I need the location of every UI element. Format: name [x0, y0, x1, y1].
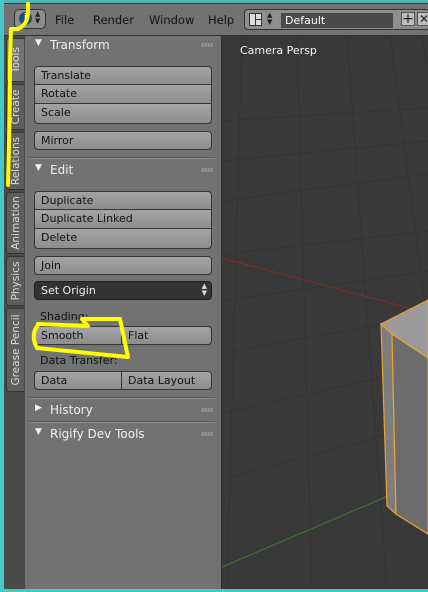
window-border-left [0, 0, 4, 592]
chevron-updown-icon: ▲ ▼ [201, 282, 207, 297]
data-button[interactable]: Data [34, 371, 122, 390]
add-layout-icon[interactable]: + [401, 12, 415, 26]
history-panel-header[interactable]: ▶ History [29, 401, 215, 420]
data-layout-button[interactable]: Data Layout [122, 371, 212, 390]
duplicate-linked-button[interactable]: Duplicate Linked [34, 210, 212, 229]
mirror-button[interactable]: Mirror [34, 131, 212, 150]
viewport-grid [222, 36, 428, 589]
layout-icon [249, 13, 262, 26]
transform-panel-header[interactable]: ▼ Transform [29, 36, 215, 55]
tool-shelf-tabs: Tools Create Relations Animation Physics… [4, 36, 25, 589]
edit-title: Edit [50, 163, 74, 177]
tab-physics[interactable]: Physics [6, 256, 24, 306]
tab-animation-label: Animation [9, 196, 22, 250]
translate-button[interactable]: Translate [34, 66, 212, 85]
transform-title: Transform [50, 38, 110, 52]
window-border-top [0, 0, 428, 3]
set-origin-dropdown[interactable]: Set Origin ▲ ▼ [34, 281, 212, 300]
rigify-title: Rigify Dev Tools [50, 427, 145, 441]
panel-separator [29, 397, 215, 399]
panel-separator [29, 157, 215, 159]
rotate-button[interactable]: Rotate [34, 85, 212, 104]
tab-tools[interactable]: Tools [6, 38, 24, 82]
editor-type-button[interactable]: i ▲ ▼ [14, 9, 46, 29]
menu-help[interactable]: Help [208, 13, 234, 27]
chevron-updown-icon: ▲ ▼ [267, 11, 273, 26]
rigify-panel-header[interactable]: ▼ Rigify Dev Tools [29, 425, 215, 444]
tab-tools-label: Tools [9, 47, 22, 73]
menu-window[interactable]: Window [149, 13, 194, 27]
duplicate-button[interactable]: Duplicate [34, 191, 212, 210]
history-title: History [50, 403, 93, 417]
tab-create-label: Create [9, 89, 22, 125]
screen-layout-selector[interactable]: ▲ ▼ Default + ✕ [244, 9, 428, 30]
remove-layout-icon[interactable]: ✕ [417, 12, 428, 26]
drag-grip-icon[interactable] [201, 168, 213, 172]
data-transfer-label: Data Transfer: [40, 354, 118, 367]
info-icon: i [19, 12, 32, 25]
tab-grease-pencil[interactable]: Grease Pencil [6, 308, 24, 392]
flat-button[interactable]: Flat [122, 326, 212, 345]
drag-grip-icon[interactable] [201, 43, 213, 47]
tool-shelf-panel: ▼ Transform Translate Rotate Scale Mirro… [25, 36, 222, 589]
tab-create[interactable]: Create [6, 84, 24, 130]
menu-render[interactable]: Render [93, 13, 134, 27]
tab-relations-label: Relations [9, 136, 22, 186]
viewport-view-label: Camera Persp [240, 44, 317, 57]
menu-file[interactable]: File [55, 13, 74, 27]
tab-relations[interactable]: Relations [6, 132, 24, 190]
tab-physics-label: Physics [9, 261, 22, 301]
x-axis-line [222, 257, 428, 314]
join-button[interactable]: Join [34, 256, 212, 275]
3d-viewport[interactable]: Camera Persp [222, 36, 428, 589]
chevron-updown-icon: ▲ ▼ [35, 10, 41, 25]
tab-animation[interactable]: Animation [6, 192, 24, 254]
tab-grease-pencil-label: Grease Pencil [9, 314, 22, 386]
layout-name-field[interactable]: Default [281, 13, 393, 28]
shading-label: Shading: [40, 310, 89, 323]
expanded-arrow-icon: ▼ [35, 38, 42, 48]
panel-separator [29, 421, 215, 423]
expanded-arrow-icon: ▼ [35, 427, 42, 437]
top-header: i ▲ ▼ File Render Window Help ▲ ▼ Default … [4, 4, 428, 36]
collapsed-arrow-icon: ▶ [35, 403, 42, 413]
delete-button[interactable]: Delete [34, 229, 212, 249]
scale-button[interactable]: Scale [34, 104, 212, 124]
edit-panel-header[interactable]: ▼ Edit [29, 161, 215, 180]
drag-grip-icon[interactable] [201, 432, 213, 436]
drag-grip-icon[interactable] [201, 408, 213, 412]
set-origin-label: Set Origin [41, 284, 96, 297]
expanded-arrow-icon: ▼ [35, 163, 42, 173]
selected-cube[interactable] [379, 299, 428, 535]
smooth-button[interactable]: Smooth [34, 326, 122, 345]
